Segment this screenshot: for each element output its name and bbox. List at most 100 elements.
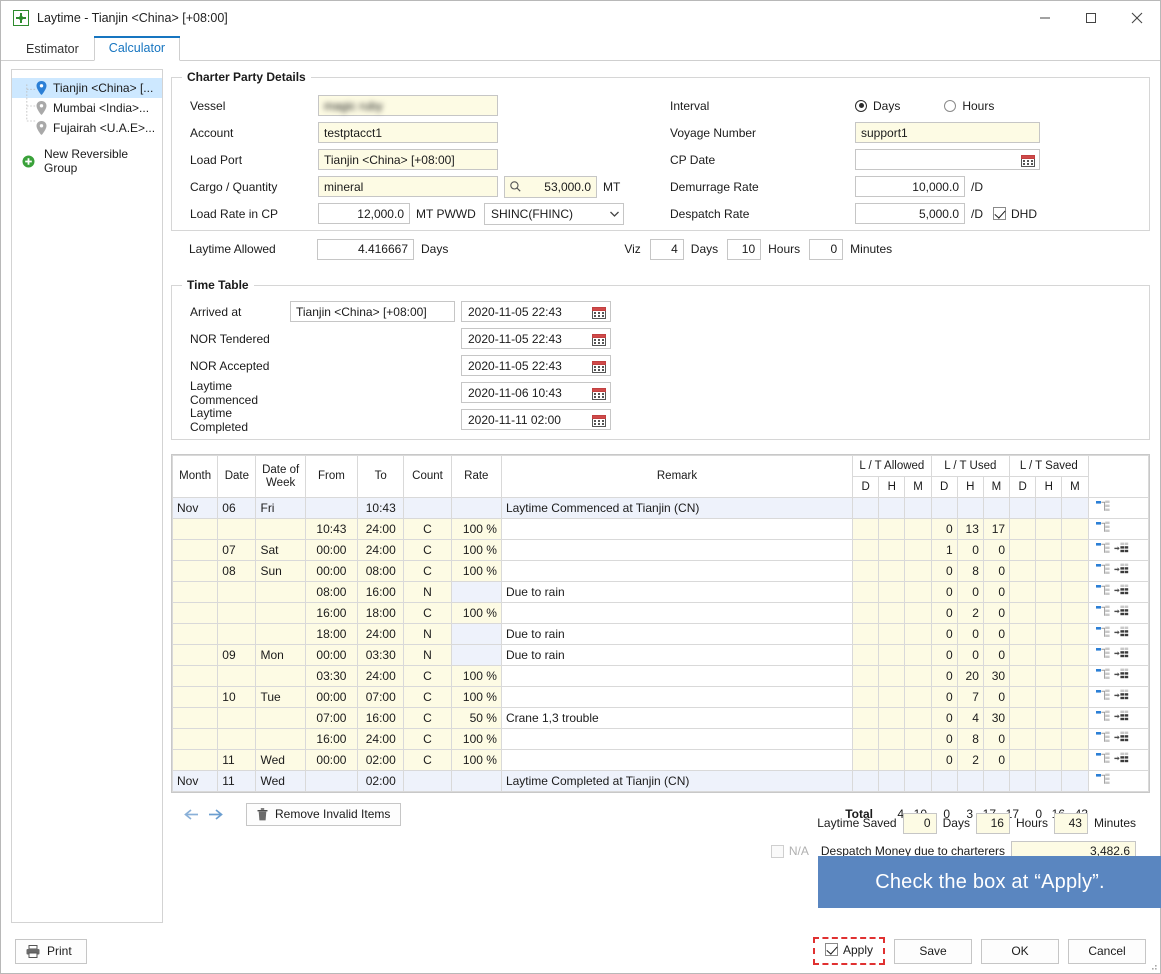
cell-rate[interactable]: 100 % (451, 561, 501, 582)
cell-month[interactable] (173, 624, 218, 645)
cell-allowed-m[interactable] (905, 645, 931, 666)
insert-row-icon[interactable] (1114, 710, 1129, 726)
cell-allowed-h[interactable] (879, 582, 905, 603)
cell-to[interactable]: 18:00 (358, 603, 404, 624)
cell-saved-h[interactable] (1036, 729, 1062, 750)
cell-used-m[interactable]: 0 (983, 603, 1009, 624)
cell-allowed-h[interactable] (879, 519, 905, 540)
quantity-field[interactable]: 53,000.0 (504, 176, 597, 198)
laytime-allowed-field[interactable]: 4.416667 (317, 239, 414, 260)
cell-to[interactable]: 24:00 (358, 666, 404, 687)
cell-from[interactable]: 10:43 (305, 519, 357, 540)
new-reversible-group-button[interactable]: New Reversible Group (12, 150, 162, 172)
tab-estimator[interactable]: Estimator (11, 37, 94, 61)
cell-from[interactable]: 03:30 (305, 666, 357, 687)
table-row[interactable]: 08:0016:00NDue to rain000 (173, 582, 1149, 603)
cell-from[interactable] (305, 771, 357, 792)
cell-month[interactable] (173, 708, 218, 729)
cell-used-m[interactable]: 17 (983, 519, 1009, 540)
table-row[interactable]: 08Sun00:0008:00C100 %080 (173, 561, 1149, 582)
expand-row-icon[interactable] (1096, 605, 1111, 621)
cell-saved-d[interactable] (1010, 540, 1036, 561)
cell-used-d[interactable]: 0 (931, 624, 957, 645)
cell-used-h[interactable]: 0 (957, 540, 983, 561)
cell-saved-d[interactable] (1010, 582, 1036, 603)
cell-allowed-d[interactable] (853, 603, 879, 624)
load-port-field[interactable]: Tianjin <China> [+08:00] (318, 149, 498, 170)
cell-remark[interactable] (501, 519, 852, 540)
cancel-button[interactable]: Cancel (1068, 939, 1146, 964)
table-row[interactable]: 18:0024:00NDue to rain000 (173, 624, 1149, 645)
vessel-field[interactable]: magic ruby (318, 95, 498, 116)
laytime-commenced-date-field[interactable]: 2020-11-06 10:43 (461, 382, 611, 403)
cell-day-of-week[interactable] (256, 582, 305, 603)
cell-allowed-d[interactable] (853, 519, 879, 540)
cell-from[interactable]: 00:00 (305, 540, 357, 561)
na-checkbox[interactable]: N/A (771, 844, 809, 858)
table-row[interactable]: 07:0016:00C50 %Crane 1,3 trouble0430 (173, 708, 1149, 729)
cell-saved-d[interactable] (1010, 561, 1036, 582)
expand-row-icon[interactable] (1096, 626, 1111, 642)
voyage-field[interactable]: support1 (855, 122, 1040, 143)
cell-day-of-week[interactable] (256, 519, 305, 540)
cell-date[interactable] (218, 624, 256, 645)
cell-from[interactable]: 16:00 (305, 603, 357, 624)
cell-saved-h[interactable] (1036, 540, 1062, 561)
cell-saved-d[interactable] (1010, 708, 1036, 729)
cell-day-of-week[interactable]: Mon (256, 645, 305, 666)
expand-row-icon[interactable] (1096, 521, 1111, 537)
nor-tendered-date-field[interactable]: 2020-11-05 22:43 (461, 328, 611, 349)
dhd-checkbox[interactable]: DHD (993, 207, 1037, 221)
cell-allowed-m[interactable] (905, 687, 931, 708)
cell-allowed-m[interactable] (905, 603, 931, 624)
cell-used-h[interactable] (957, 771, 983, 792)
cell-rate[interactable]: 100 % (451, 519, 501, 540)
cell-allowed-d[interactable] (853, 729, 879, 750)
cell-allowed-h[interactable] (879, 750, 905, 771)
insert-row-icon[interactable] (1114, 563, 1129, 579)
cell-used-d[interactable]: 1 (931, 540, 957, 561)
cell-allowed-m[interactable] (905, 519, 931, 540)
table-row[interactable]: 10:4324:00C100 %01317 (173, 519, 1149, 540)
cell-allowed-h[interactable] (879, 498, 905, 519)
cell-date[interactable]: 09 (218, 645, 256, 666)
expand-row-icon[interactable] (1096, 668, 1111, 684)
col-date[interactable]: Date (218, 456, 256, 498)
nor-accepted-date-field[interactable]: 2020-11-05 22:43 (461, 355, 611, 376)
cell-month[interactable] (173, 540, 218, 561)
cell-allowed-m[interactable] (905, 624, 931, 645)
cell-month[interactable] (173, 687, 218, 708)
cell-saved-m[interactable] (1062, 687, 1088, 708)
cell-allowed-m[interactable] (905, 666, 931, 687)
cell-allowed-d[interactable] (853, 708, 879, 729)
cell-month[interactable] (173, 750, 218, 771)
cell-saved-m[interactable] (1062, 561, 1088, 582)
cell-allowed-m[interactable] (905, 561, 931, 582)
cell-allowed-h[interactable] (879, 666, 905, 687)
cell-saved-m[interactable] (1062, 540, 1088, 561)
cell-day-of-week[interactable]: Wed (256, 771, 305, 792)
viz-days-field[interactable]: 4 (650, 239, 684, 260)
cell-rate[interactable]: 100 % (451, 603, 501, 624)
cell-day-of-week[interactable] (256, 729, 305, 750)
cell-allowed-d[interactable] (853, 687, 879, 708)
cell-rate[interactable]: 100 % (451, 540, 501, 561)
table-row[interactable]: 11Wed00:0002:00C100 %020 (173, 750, 1149, 771)
cell-used-h[interactable]: 0 (957, 645, 983, 666)
cell-date[interactable] (218, 708, 256, 729)
terms-dropdown[interactable]: SHINC(FHINC) (484, 203, 624, 225)
cell-saved-h[interactable] (1036, 519, 1062, 540)
cell-saved-m[interactable] (1062, 666, 1088, 687)
radio-days[interactable]: Days (855, 99, 900, 113)
cell-month[interactable] (173, 729, 218, 750)
cell-day-of-week[interactable] (256, 603, 305, 624)
laytime-completed-date-field[interactable]: 2020-11-11 02:00 (461, 409, 611, 430)
cell-remark[interactable] (501, 750, 852, 771)
calendar-icon[interactable] (1021, 153, 1035, 167)
calendar-icon[interactable] (592, 359, 606, 373)
cell-saved-m[interactable] (1062, 519, 1088, 540)
cell-from[interactable]: 16:00 (305, 729, 357, 750)
cell-date[interactable]: 11 (218, 750, 256, 771)
cell-date[interactable]: 11 (218, 771, 256, 792)
cell-saved-m[interactable] (1062, 582, 1088, 603)
